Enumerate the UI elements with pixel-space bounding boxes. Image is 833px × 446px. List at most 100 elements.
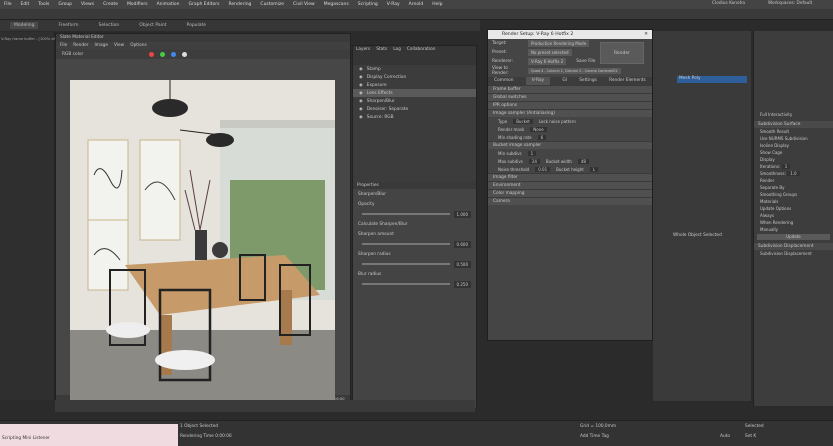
eye-icon[interactable]: ◉ [359,75,363,80]
menu-item-scripting[interactable]: Scripting [358,2,378,7]
manually-radio[interactable]: Manually [754,226,833,233]
render-button[interactable]: Render [600,42,644,64]
when-rendering-radio[interactable]: When Rendering [754,219,833,226]
subdivision-checkbox[interactable]: Show Cage [754,149,833,156]
close-icon[interactable]: ✕ [644,30,648,39]
type-select[interactable]: Bucket [513,118,533,124]
smoothing-groups-checkbox[interactable]: Smoothing Groups [754,191,833,198]
workspaces-select[interactable]: Workspaces: Default [768,1,812,6]
layer-row[interactable]: ◉ Exposure [353,81,476,89]
bucket-height-value[interactable]: L [589,166,599,172]
layer-row[interactable]: ◉ Source: RGB [353,113,476,121]
alpha-channel-icon[interactable] [182,51,188,57]
tab-settings[interactable]: Settings [579,77,597,85]
set-key-button[interactable]: Set K [745,434,756,439]
tab-layers[interactable]: Layers [356,46,370,53]
menu-item-civil-view[interactable]: Civil View [293,2,315,7]
ribbon-tab-object-paint[interactable]: Object Paint [139,23,166,28]
menu-item-group[interactable]: Group [58,2,72,7]
sharpen-amount-value[interactable]: 0.600 [453,240,471,248]
timeline[interactable] [55,400,475,412]
render-mask-select[interactable]: None [530,126,547,132]
eye-icon[interactable]: ◉ [359,83,363,88]
menu-item-tools[interactable]: Tools [38,2,49,7]
rollout-image-filter[interactable]: Image filter [488,173,652,181]
modifier-list-item[interactable]: Mesh Poly [677,76,747,83]
subdivision-checkbox[interactable]: Isoline Display [754,142,833,149]
ribbon-tab-freeform[interactable]: Freeform [58,23,78,28]
sharpen-amount-slider-row[interactable]: 0.600 [353,239,476,249]
preset-select[interactable]: No preset selected [528,49,572,56]
tab-common[interactable]: Common [494,77,513,85]
layer-row[interactable]: ◉ Stamp [353,65,476,73]
tab-render-elements[interactable]: Render Elements [609,77,646,85]
eye-icon[interactable]: ◉ [359,67,363,72]
menu-item-arnold[interactable]: Arnold [409,2,424,7]
menu-item-views[interactable]: Views [81,2,94,7]
menu-item-create[interactable]: Create [103,2,118,7]
menu-item-rendering[interactable]: Rendering [228,2,251,7]
tab-v-ray[interactable]: V-Ray [525,77,551,85]
eye-icon[interactable]: ◉ [359,107,363,112]
subdivision-displacement-checkbox[interactable]: Subdivision Displacement [754,250,833,257]
blue-channel-icon[interactable] [171,51,177,57]
selected-dropdown[interactable]: Selected [745,424,764,429]
opacity-slider[interactable] [362,213,450,215]
sharpen-amount-slider[interactable] [362,243,450,245]
bucket-width-value[interactable]: 48 [577,158,589,164]
bucket-sampler-rollout[interactable]: Bucket image sampler [488,141,652,149]
menu-item-modifiers[interactable]: Modifiers [127,2,148,7]
renderer-select[interactable]: V-Ray 6 Hotfix 2 [528,58,567,65]
red-channel-icon[interactable] [149,51,155,57]
rollout-color-mapping[interactable]: Color mapping [488,189,652,197]
fb-menu-options[interactable]: Options [130,42,147,49]
eye-icon[interactable]: ◉ [359,115,363,120]
rendered-image[interactable] [70,80,335,400]
fb-menu-view[interactable]: View [114,42,124,49]
blur-radius-slider[interactable] [362,283,450,285]
opacity-slider-row[interactable]: 1.000 [353,209,476,219]
update-button[interactable]: Update [757,234,830,240]
layer-row[interactable]: ◉ Lens Effects [353,89,476,97]
fb-menu-render[interactable]: Render [73,42,88,49]
min-subdivs-value[interactable]: 1 [527,150,537,156]
menu-item-animation[interactable]: Animation [157,2,180,7]
subdivision-checkbox[interactable]: Use NURMS Subdivision [754,135,833,142]
fb-menu-image[interactable]: Image [95,42,108,49]
menu-item-megascans[interactable]: Megascans [324,2,349,7]
iterations-value[interactable]: 1 [781,164,791,169]
iterations-row[interactable]: Iterations: 1 [754,163,833,170]
smoothness-value[interactable]: 1.0 [787,171,800,176]
green-channel-icon[interactable] [160,51,166,57]
tab-stats[interactable]: Stats [376,46,387,53]
always-radio[interactable]: Always [754,212,833,219]
ribbon-tab-selection[interactable]: Selection [99,23,120,28]
layer-row[interactable]: ◉ Sharpen/Blur [353,97,476,105]
rollout-ipr-options[interactable]: IPR options [488,101,652,109]
tab-gi[interactable]: GI [562,77,567,85]
materials-checkbox[interactable]: Materials [754,198,833,205]
ribbon-tab-modeling[interactable]: Modeling [10,22,39,29]
rollout-frame-buffer[interactable]: Frame buffer [488,85,652,93]
menu-item-customize[interactable]: Customize [260,2,284,7]
eye-icon[interactable]: ◉ [359,91,363,96]
full-interactivity-checkbox[interactable]: Full Interactivity [754,111,833,118]
menu-item-help[interactable]: Help [432,2,442,7]
opacity-value[interactable]: 1.000 [453,210,471,218]
rollout-camera[interactable]: Camera [488,197,652,205]
noise-value[interactable]: 0.01 [535,166,551,172]
rollout-global-switches[interactable]: Global switches [488,93,652,101]
layer-row[interactable]: ◉ Display Correction [353,73,476,81]
subdivision-displacement-header[interactable]: Subdivision Displacement [754,243,833,250]
rollout-image-sampler-antialiasing-[interactable]: Image sampler (Antialiasing) [488,109,652,117]
calculate-checkbox[interactable]: Calculate Sharpen/Blur [358,222,407,227]
mini-listener[interactable]: Scripting Mini Listener [0,424,178,446]
fb-menu-file[interactable]: File [60,42,67,49]
min-shading-value[interactable]: 6 [537,134,547,140]
eye-icon[interactable]: ◉ [359,99,363,104]
sharpen-radius-value[interactable]: 0.500 [453,260,471,268]
subdivision-checkbox[interactable]: Smooth Result [754,128,833,135]
calculate-row[interactable]: Calculate Sharpen/Blur [353,219,476,229]
sharpen-radius-slider[interactable] [362,263,450,265]
tab-collaboration[interactable]: Collaboration [407,46,436,53]
